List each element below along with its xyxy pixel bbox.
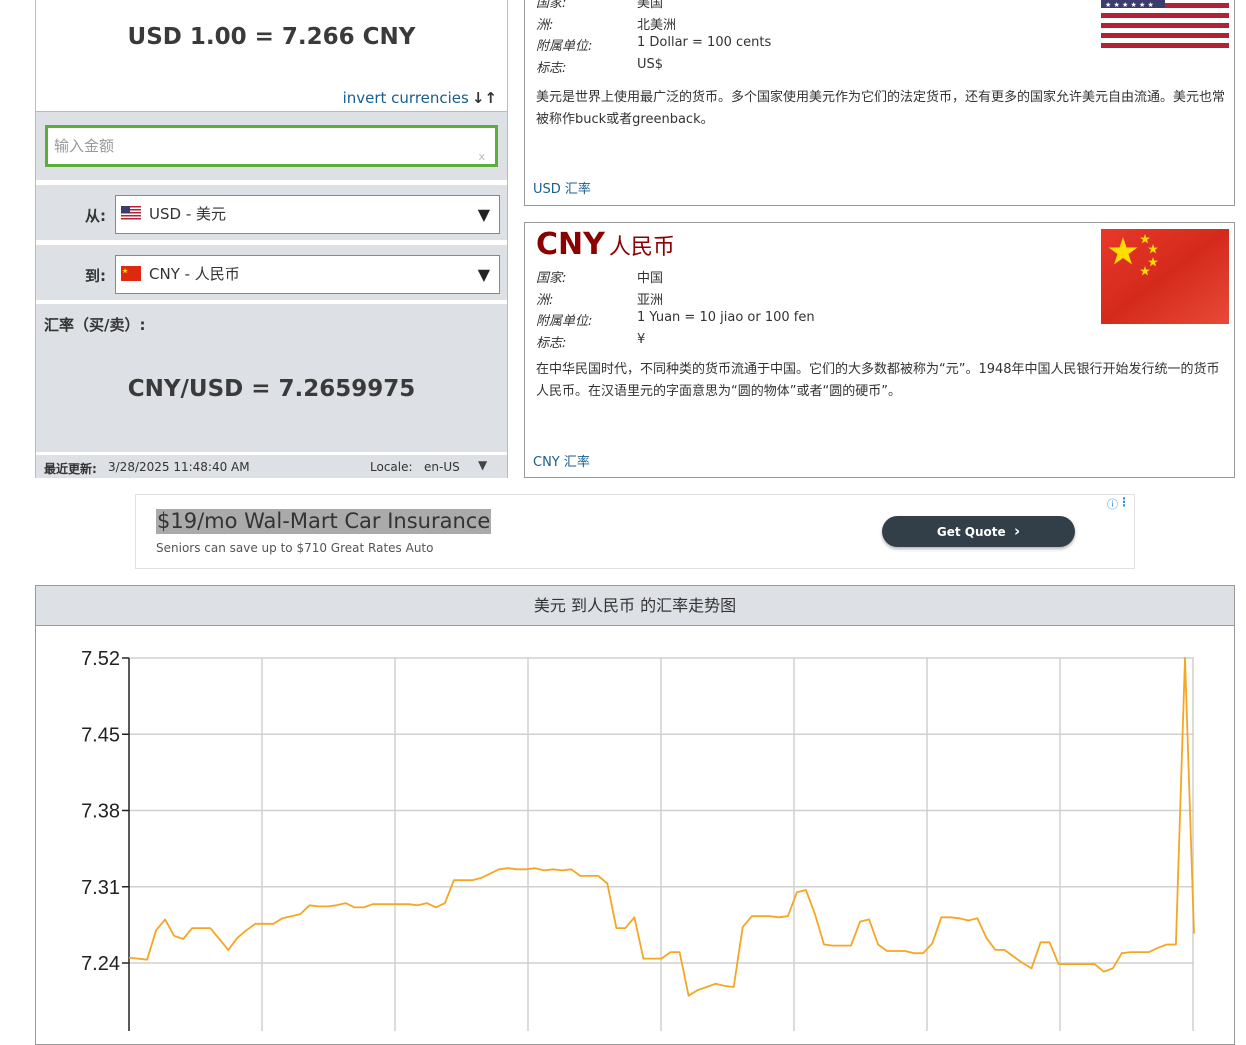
y-tick-label: 7.31	[81, 877, 120, 899]
y-tick-label: 7.45	[81, 724, 120, 746]
rate-chart: 7.24 7.31 7.38 7.45 7.52	[81, 648, 1195, 1031]
y-tick-label: 7.52	[81, 648, 120, 670]
chart-panel: 美元 到人民币 的汇率走势图 7.24 7.31 7.38 7.45 7.52	[35, 585, 1235, 1045]
y-tick-label: 7.24	[81, 953, 120, 975]
chart-grid	[129, 657, 1194, 1031]
y-tick-label: 7.38	[81, 801, 120, 823]
chart-axes: 7.24 7.31 7.38 7.45 7.52	[81, 648, 130, 1031]
